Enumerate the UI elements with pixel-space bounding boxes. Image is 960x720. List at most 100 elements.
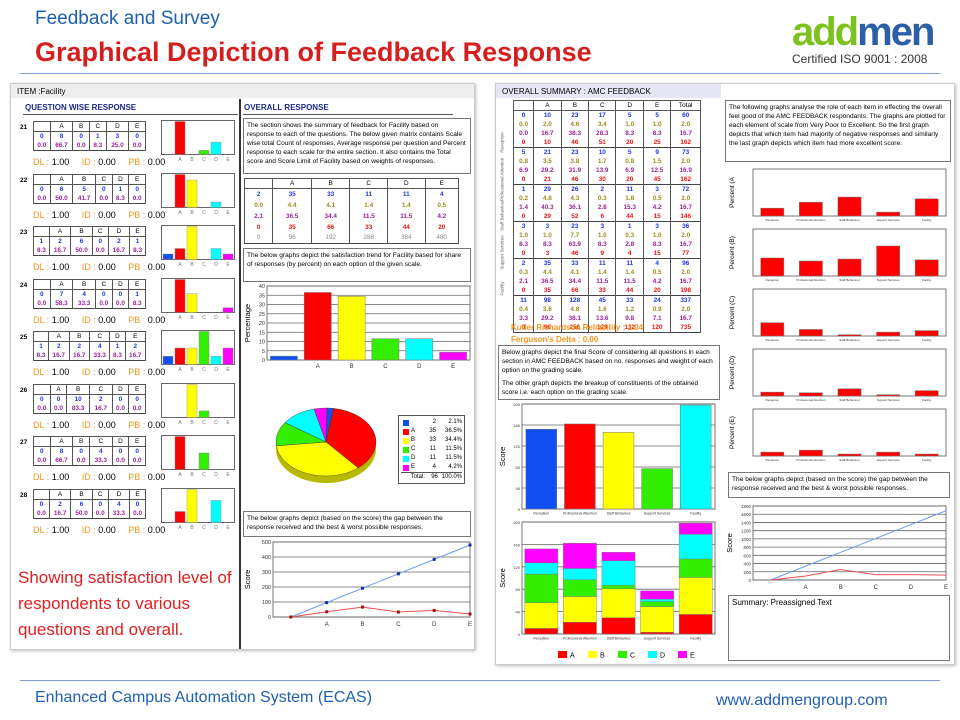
- x-tick-label: Facility: [690, 512, 701, 516]
- x-tick-label: B: [350, 364, 354, 370]
- matrix-cell: 96: [670, 258, 701, 268]
- legend-count: 2: [432, 419, 436, 425]
- question-number: 27: [20, 439, 28, 446]
- bar: [222, 307, 234, 313]
- scale-header: [33, 173, 51, 185]
- matrix-cell: 13.9: [588, 166, 617, 175]
- stat-label: PB :: [128, 472, 148, 482]
- matrix-cell: 35: [272, 221, 312, 233]
- bar-segment-B: [640, 606, 674, 633]
- matrix-cell: 73: [670, 147, 701, 157]
- matrix-cell: 33: [615, 295, 644, 305]
- matrix-cell: 2.8: [588, 203, 617, 212]
- matrix-cell: 1.8: [615, 194, 644, 203]
- count-row: 0 0 10 2 0 0: [33, 394, 146, 404]
- stat-value: 0.00: [98, 157, 129, 167]
- bar: [198, 331, 210, 365]
- bar-segment-B: [601, 588, 636, 618]
- question-bar-chart: A B C D E: [161, 225, 235, 268]
- x-tick-label: E: [944, 585, 948, 591]
- matrix-cell: 52: [560, 212, 590, 222]
- count-cell: 1: [32, 341, 50, 351]
- data-point: [432, 608, 436, 612]
- matrix-row: 0.0 4.4 4.1 1.4 1.4 0.5: [243, 199, 460, 211]
- stat-value: 1.00: [51, 472, 82, 482]
- matrix-cell: 45: [642, 175, 672, 185]
- percent-cell: 33.3: [88, 456, 113, 466]
- legend-row: B 33 34.4%: [401, 436, 462, 445]
- y-tick-label: 200: [743, 570, 751, 575]
- matrix-row: 11 98 128 45 33 24 337: [512, 295, 701, 305]
- legend-count: 11: [429, 455, 436, 461]
- matrix-cell: 11: [588, 258, 617, 268]
- y-tick-label: 15: [259, 330, 265, 336]
- matrix-row: 0 29 52 6 44 15 146: [512, 212, 701, 222]
- count-cell: 0: [111, 289, 130, 299]
- count-cell: 0: [111, 446, 130, 456]
- legend-row: A 35 36.5%: [401, 427, 462, 436]
- matrix-cell: 0.5: [642, 268, 672, 277]
- stat-value: 0.00: [98, 472, 129, 482]
- matrix-cell: 8.3: [533, 240, 562, 249]
- tick-label: E: [226, 210, 230, 216]
- bar-segment-D: [563, 568, 597, 580]
- stat-value: 0.00: [98, 367, 129, 377]
- y-tick-label: 300: [262, 570, 271, 576]
- stat-value: 0.00: [98, 419, 129, 430]
- percent-cell: 8.3: [88, 141, 107, 151]
- matrix-cell: 1.6: [588, 305, 617, 314]
- y-axis-label: Percent (C): [729, 296, 736, 329]
- y-tick-label: 100: [262, 600, 271, 606]
- matrix-cell: 480: [424, 232, 460, 244]
- count-cell: 5: [72, 184, 96, 194]
- percent-cell: 0.0: [128, 403, 146, 413]
- matrix-cell: 8.3: [512, 240, 535, 249]
- gap-description-amc: The below graphs depict (based on the sc…: [728, 472, 950, 498]
- question-stats: DL : 1.00 ID : 0.00 PB : 0.00: [33, 210, 178, 220]
- matrix-cell: 3.8: [560, 157, 590, 166]
- matrix-cell: 4.2: [642, 203, 672, 212]
- question-stats: DL : 1.00 ID : 0.00 PB : 0.00: [33, 157, 178, 167]
- matrix-cell: 4.4: [272, 199, 312, 211]
- scale-header: B: [72, 173, 96, 185]
- tick-label: C: [202, 525, 206, 531]
- stat-label: PB :: [128, 209, 148, 220]
- x-tick-label: D: [417, 364, 422, 370]
- matrix-cell: 735: [670, 323, 701, 333]
- legend-label: Total:: [410, 474, 425, 480]
- count-cell: 6: [70, 236, 93, 246]
- x-tick-label: Professional Attention: [796, 458, 825, 462]
- question-bar-chart: A B C D E: [161, 120, 235, 163]
- footer-website[interactable]: www.addmengroup.com: [716, 692, 888, 710]
- percent-row: 8.3 16.7 16.7 33.3 8.3 16.7: [32, 351, 146, 361]
- matrix-cell: 0: [243, 221, 274, 233]
- data-point: [396, 610, 400, 614]
- matrix-cell: 16.7: [670, 314, 701, 323]
- matrix-row: 0 35 66 33 44 20: [243, 221, 460, 233]
- question-bar-chart: A B C D E: [161, 330, 235, 373]
- matrix-row: 5 21 23 10 5 9 73: [512, 147, 701, 157]
- percent-row: 0.0 0.0 83.3 16.7 0.0 0.0: [33, 403, 146, 413]
- bar: [799, 329, 823, 337]
- plot-area: [272, 541, 471, 618]
- stat-label: ID :: [81, 367, 99, 377]
- matrix-cell: 3: [533, 249, 562, 259]
- percent-cell: 0.0: [111, 298, 130, 308]
- matrix-cell: 77: [670, 249, 701, 259]
- matrix-cell: 16.7: [533, 129, 562, 138]
- matrix-cell: 11.5: [387, 210, 426, 222]
- x-tick-label: C: [396, 622, 401, 628]
- matrix-cell: 38.1: [560, 314, 590, 323]
- matrix-cell: 1.0: [588, 231, 617, 240]
- legend-label: B: [600, 653, 605, 660]
- percent-cell: 16.7: [48, 508, 72, 518]
- scale-header: A: [272, 178, 312, 189]
- header-row: ABCDE: [33, 278, 146, 290]
- question-matrix: A B C D E 0 7 4 0 0 1 0.0 58.3 33.3 0.0 0.0 8.3: [33, 278, 146, 309]
- bar: [174, 248, 186, 260]
- question-number: 23: [20, 229, 28, 236]
- x-tick-label: C: [383, 364, 388, 370]
- percent-d-chart: Percent (D) Reception Professional Attenti…: [729, 348, 947, 402]
- matrix-cell: 1.4: [349, 199, 388, 211]
- bar: [799, 449, 823, 457]
